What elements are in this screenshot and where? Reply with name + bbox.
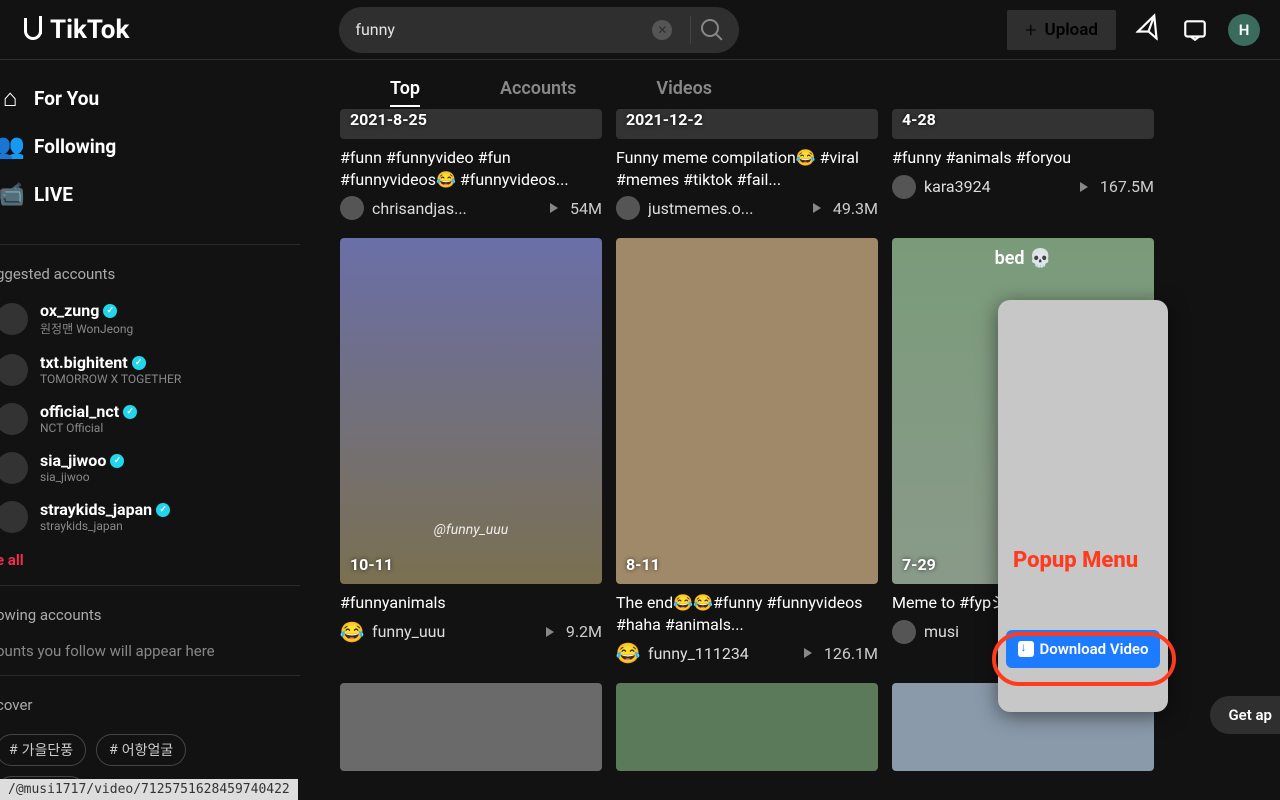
sidebar: ⌂For You 👥Following 📹LIVE ggested accoun… [0, 60, 310, 800]
suggested-account[interactable]: official_nct✓NCT Official [0, 394, 300, 443]
video-card[interactable] [616, 683, 878, 771]
video-card[interactable]: @funny_uuu10-11 #funnyanimals 😂 funny_uuu… [340, 238, 602, 665]
video-thumbnail[interactable]: 2021-8-25 [340, 109, 602, 139]
clear-search-icon[interactable]: ✕ [652, 20, 672, 40]
play-icon [804, 648, 812, 658]
video-thumbnail[interactable]: @funny_uuu10-11 [340, 238, 602, 584]
suggested-account[interactable]: txt.bighitent✓TOMORROW X TOGETHER [0, 345, 300, 394]
messages-icon[interactable] [1132, 12, 1167, 47]
verified-icon: ✓ [156, 503, 170, 517]
status-url: /@musi1717/video/7125751628459740422 [0, 779, 298, 800]
video-description: The end😂😂#funny #funnyvideos #haha #anim… [616, 592, 878, 635]
user-avatar[interactable] [892, 175, 916, 199]
live-icon: 📹 [0, 180, 24, 208]
nav-for-you[interactable]: ⌂For You [0, 74, 300, 122]
logo[interactable]: TikTok [20, 15, 129, 45]
video-thumbnail[interactable] [616, 683, 878, 771]
user-avatar[interactable] [616, 196, 640, 220]
user-avatar[interactable]: 😂 [340, 620, 364, 644]
view-count: 54M [570, 199, 602, 218]
view-count: 9.2M [566, 622, 602, 641]
profile-avatar[interactable]: H [1228, 14, 1260, 46]
discover-tag[interactable]: #어항얼굴 [96, 734, 186, 766]
video-description: Funny meme compilation😂 #viral #memes #t… [616, 147, 878, 190]
context-popup: Popup Menu Download Video [998, 300, 1168, 712]
play-icon [546, 627, 554, 637]
logo-text: TikTok [50, 15, 129, 45]
discover-title: cover [0, 682, 300, 724]
verified-icon: ✓ [132, 356, 146, 370]
video-card[interactable] [340, 683, 602, 771]
get-app-button[interactable]: Get ap [1210, 696, 1280, 734]
username[interactable]: funny_uuu [372, 622, 538, 641]
watermark: @funny_uuu [434, 522, 508, 538]
download-icon [1018, 641, 1034, 657]
suggested-account[interactable]: sia_jiwoo✓sia_jiwoo [0, 443, 300, 492]
thumbnail-caption: bed 💀 [995, 248, 1052, 269]
play-icon [813, 203, 821, 213]
user-avatar[interactable] [892, 620, 916, 644]
nav-live[interactable]: 📹LIVE [0, 170, 300, 218]
tab-top[interactable]: Top [390, 78, 420, 99]
video-card[interactable]: 8-11 The end😂😂#funny #funnyvideos #haha … [616, 238, 878, 665]
suggested-account[interactable]: straykids_japan✓straykids_japan [0, 492, 300, 541]
video-card[interactable]: 4-28 #funny #animals #foryou kara3924 167… [892, 109, 1154, 220]
video-thumbnail[interactable]: 4-28 [892, 109, 1154, 139]
search-input[interactable] [355, 20, 652, 39]
plus-icon: + [1025, 18, 1036, 42]
home-icon: ⌂ [0, 84, 24, 112]
username[interactable]: funny_111234 [648, 644, 796, 663]
tab-videos[interactable]: Videos [656, 78, 712, 99]
video-description: #funn #funnyvideo #fun #funnyvideos😂 #fu… [340, 147, 602, 190]
video-description: #funnyanimals [340, 592, 602, 614]
view-count: 49.3M [833, 199, 878, 218]
verified-icon: ✓ [110, 454, 124, 468]
username[interactable]: kara3924 [924, 177, 1072, 196]
upload-label: Upload [1045, 20, 1098, 40]
upload-button[interactable]: + Upload [1007, 10, 1116, 50]
discover-tag[interactable]: #가을단풍 [0, 734, 86, 766]
inbox-icon[interactable] [1182, 17, 1208, 43]
play-icon [1080, 182, 1088, 192]
user-avatar[interactable] [340, 196, 364, 220]
people-icon: 👥 [0, 132, 24, 160]
verified-icon: ✓ [123, 405, 137, 419]
view-count: 126.1M [824, 644, 878, 663]
username[interactable]: chrisandjas... [372, 199, 542, 218]
view-count: 167.5M [1100, 177, 1154, 196]
following-empty-msg: ounts you follow will appear here [0, 634, 300, 669]
verified-icon: ✓ [103, 304, 117, 318]
tab-accounts[interactable]: Accounts [500, 78, 576, 99]
username[interactable]: justmemes.o... [648, 199, 805, 218]
video-thumbnail[interactable] [340, 683, 602, 771]
play-icon [550, 203, 558, 213]
video-description: #funny #animals #foryou [892, 147, 1154, 169]
suggested-title: ggested accounts [0, 251, 300, 293]
video-card[interactable]: 2021-8-25 #funn #funnyvideo #fun #funnyv… [340, 109, 602, 220]
video-card[interactable]: 2021-12-2 Funny meme compilation😂 #viral… [616, 109, 878, 220]
suggested-account[interactable]: ox_zung✓원정맨 WonJeong [0, 293, 300, 345]
see-all-link[interactable]: e all [0, 541, 300, 579]
search-bar[interactable]: ✕ [339, 7, 739, 53]
user-avatar[interactable]: 😂 [616, 641, 640, 665]
tiktok-icon [20, 16, 48, 44]
download-video-button[interactable]: Download Video [1006, 630, 1160, 668]
video-thumbnail[interactable]: 8-11 [616, 238, 878, 584]
popup-title-annotation: Popup Menu [1013, 548, 1138, 573]
nav-following[interactable]: 👥Following [0, 122, 300, 170]
following-title: owing accounts [0, 592, 300, 634]
video-thumbnail[interactable]: 2021-12-2 [616, 109, 878, 139]
search-icon[interactable] [701, 19, 723, 41]
